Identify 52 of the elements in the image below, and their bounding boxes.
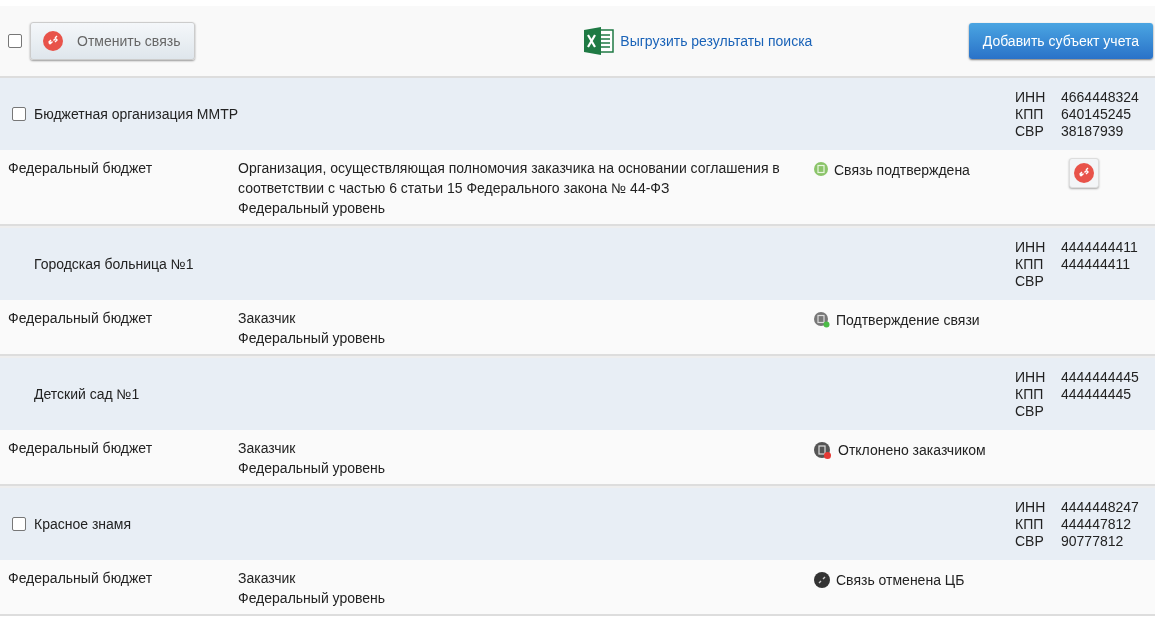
id-value: 38187939 [1061,122,1125,140]
id-value: 4444444445 [1061,368,1140,386]
role-text: Федеральный уровень [238,199,387,218]
id-value: 90777812 [1061,532,1125,550]
budget-text: Федеральный бюджет [8,440,153,456]
budget-text: Федеральный бюджет [8,570,153,586]
id-value: 444447812 [1061,515,1133,533]
export-link[interactable]: Выгрузить результаты поиска [584,27,813,55]
status-text: Связь отменена ЦБ [836,571,965,590]
id-label: КПП [1015,105,1045,123]
unlink-button[interactable] [1069,158,1099,188]
role-text: Федеральный уровень [238,329,387,348]
organization-name: Детский сад №1 [34,386,140,402]
id-label: ИНН [1015,368,1047,386]
id-label: КПП [1015,385,1045,403]
select-all-checkbox[interactable] [8,34,22,48]
role-text: Заказчик [238,309,297,328]
organization-name: Бюджетная организация ММТР [34,106,239,122]
id-label: СВР [1015,532,1045,550]
id-value: 444444411 [1061,255,1132,273]
unlink-icon [1074,163,1094,183]
organization-name: Красное знамя [34,516,132,532]
id-value: 4444448247 [1061,498,1140,516]
budget-text: Федеральный бюджет [8,160,153,176]
id-value: 4444444411 [1061,238,1139,256]
role-text: Федеральный уровень [238,459,387,478]
organization-name: Городская больница №1 [34,256,194,272]
status-text: Отклонено заказчиком [838,441,986,460]
id-value: 444444445 [1061,385,1133,403]
id-label: СВР [1015,402,1045,420]
role-text: Организация, осуществляющая полномочия заказчика на основании соглашения в соответствии с частью 6 статьи 15 Федерального закона № 44-ФЗ [238,159,781,198]
unlink-icon [43,31,63,51]
id-label: ИНН [1015,238,1047,256]
spreadsheet-icon [584,27,615,55]
id-label: ИНН [1015,498,1047,516]
id-label: КПП [1015,515,1045,533]
id-value: 4664448324 [1061,88,1140,106]
role-text: Федеральный уровень [238,589,387,608]
status-text: Подтверждение связи [836,311,980,330]
role-text: Заказчик [238,439,297,458]
id-value: 640145245 [1061,105,1133,123]
status-text: Связь подтверждена [834,161,970,180]
role-text: Заказчик [238,569,297,588]
entry-checkbox[interactable] [12,107,26,121]
entry-checkbox[interactable] [12,517,26,531]
id-label: ИНН [1015,88,1047,106]
unlink-button[interactable]: Отменить связь [30,22,196,60]
id-label: СВР [1015,122,1045,140]
id-label: КПП [1015,255,1045,273]
id-label: СВР [1015,272,1045,290]
add-subject-button[interactable]: Добавить субъект учета [968,23,1153,59]
budget-text: Федеральный бюджет [8,310,153,326]
